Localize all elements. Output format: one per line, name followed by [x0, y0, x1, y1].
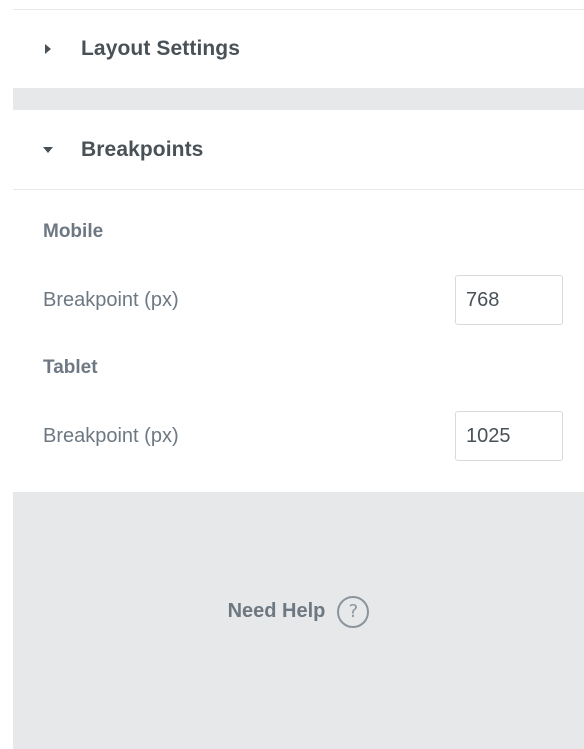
section-divider	[13, 189, 584, 190]
mobile-breakpoint-label: Breakpoint (px)	[43, 289, 179, 311]
tablet-group-label: Tablet	[43, 357, 98, 378]
section-layout-settings[interactable]: Layout Settings	[13, 10, 584, 88]
tablet-breakpoint-input[interactable]	[455, 411, 563, 461]
need-help-link[interactable]: Need Help ?	[227, 595, 370, 628]
section-title: Breakpoints	[81, 137, 204, 161]
help-area: Need Help ?	[13, 492, 584, 749]
tablet-breakpoint-label: Breakpoint (px)	[43, 425, 179, 447]
section-breakpoints[interactable]: Breakpoints	[13, 110, 584, 189]
mobile-group-label: Mobile	[43, 221, 104, 242]
section-gap	[13, 88, 584, 110]
caret-down-icon	[41, 143, 55, 157]
mobile-breakpoint-input[interactable]	[455, 275, 563, 325]
caret-right-icon	[41, 42, 55, 56]
need-help-label: Need Help	[227, 600, 326, 622]
question-circle-icon: ?	[337, 595, 370, 628]
section-title: Layout Settings	[81, 37, 241, 60]
settings-panel: Layout Settings Breakpoints Mobile Break…	[13, 0, 584, 749]
